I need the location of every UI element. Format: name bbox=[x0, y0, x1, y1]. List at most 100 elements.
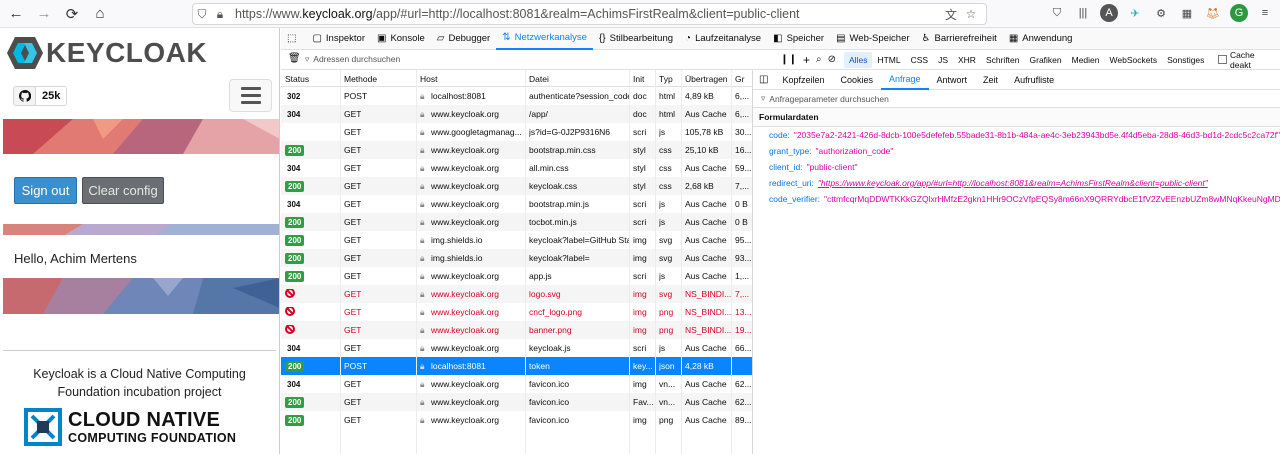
param-value: "authorization_code" bbox=[815, 146, 894, 156]
row-status: 304 bbox=[285, 343, 302, 354]
row-size: 6,... bbox=[735, 109, 750, 119]
hamburger-menu-button[interactable] bbox=[229, 79, 272, 112]
extension-gear-icon[interactable]: ⚙ bbox=[1152, 4, 1170, 22]
form-param-row[interactable]: grant_type: "authorization_code" bbox=[753, 143, 1280, 159]
tab-laufzeitanalyse[interactable]: ◔ Laufzeitanalyse bbox=[679, 28, 767, 50]
detail-tab-zeit[interactable]: Zeit bbox=[975, 70, 1006, 90]
extension-grid-icon[interactable]: ▦ bbox=[1178, 4, 1196, 22]
extension-green-icon[interactable]: G bbox=[1230, 4, 1248, 22]
row-type: js bbox=[659, 343, 666, 353]
tab-konsole[interactable]: ▣ Konsole bbox=[371, 28, 431, 50]
block-icon[interactable]: ⊘ bbox=[828, 54, 836, 65]
url-filter-input[interactable]: ▿ Adressen durchsuchen bbox=[305, 54, 750, 65]
search-icon[interactable]: ⌕ bbox=[816, 54, 822, 65]
filter-type-schriften[interactable]: Schriften bbox=[981, 52, 1025, 68]
tab-anwendung[interactable]: ▦ Anwendung bbox=[1003, 28, 1079, 50]
detail-tab-aufrufliste[interactable]: Aufrufliste bbox=[1006, 70, 1062, 90]
panel-toggle-icon[interactable]: ◫ bbox=[753, 74, 774, 85]
col-groesse[interactable]: Gr bbox=[735, 74, 744, 84]
col-host[interactable]: Host bbox=[420, 74, 437, 84]
filter-type-grafiken[interactable]: Grafiken bbox=[1025, 52, 1067, 68]
tab-debugger[interactable]: ▱ Debugger bbox=[431, 28, 496, 50]
form-param-row[interactable]: client_id: "public-client" bbox=[753, 159, 1280, 175]
filter-type-sonstiges[interactable]: Sonstiges bbox=[1162, 52, 1209, 68]
status-badge: 200 bbox=[285, 361, 305, 372]
home-icon[interactable]: ⌂ bbox=[88, 2, 112, 26]
pocket-icon[interactable]: ⛉ bbox=[1048, 4, 1066, 22]
filter-type-alles[interactable]: Alles bbox=[844, 51, 873, 68]
row-init: scri bbox=[633, 343, 647, 353]
lock-icon: 🔒︎ bbox=[420, 289, 425, 299]
row-method: GET bbox=[344, 415, 362, 425]
tab-stilbearbeitung[interactable]: {} Stilbearbeitung bbox=[593, 28, 679, 50]
col-init[interactable]: Init bbox=[633, 74, 644, 84]
col-status[interactable]: Status bbox=[285, 74, 309, 84]
tab-netzwerkanalyse[interactable]: ⇅ Netzwerkanalyse bbox=[496, 28, 593, 50]
form-param-row[interactable]: code_verifier: "cttmfcqrMqDDWTKKkGZQlxrHM… bbox=[753, 191, 1280, 207]
footer-divider bbox=[3, 350, 276, 351]
row-type: png bbox=[659, 307, 674, 317]
shield-icon[interactable]: ⛉ bbox=[193, 7, 211, 22]
forward-arrow-icon[interactable]: → bbox=[32, 2, 56, 26]
clear-config-button[interactable]: Clear config bbox=[82, 177, 164, 204]
detail-tab-antwort[interactable]: Antwort bbox=[929, 70, 976, 90]
reload-icon[interactable]: ⟳ bbox=[60, 2, 84, 26]
pick-element-icon[interactable]: ⬚ bbox=[281, 28, 306, 50]
col-methode[interactable]: Methode bbox=[344, 74, 377, 84]
trash-icon[interactable]: 🗑︎ bbox=[288, 53, 301, 64]
tab-barrierefreiheit[interactable]: ♿︎ Barrierefreiheit bbox=[916, 28, 1003, 50]
detail-tab-cookies[interactable]: Cookies bbox=[832, 70, 881, 90]
status-badge: 200 bbox=[285, 415, 305, 426]
library-icon[interactable]: ||| bbox=[1074, 4, 1092, 22]
translate-icon[interactable]: 文 bbox=[942, 6, 960, 23]
param-value[interactable]: "https://www.keycloak.org/app/#url=http:… bbox=[818, 178, 1208, 188]
filter-type-js[interactable]: JS bbox=[933, 52, 953, 68]
menu-icon[interactable]: ≡ bbox=[1256, 4, 1274, 22]
tab-label: Web-Speicher bbox=[849, 33, 910, 44]
tab-web-speicher[interactable]: ▤ Web-Speicher bbox=[830, 28, 915, 50]
lock-icon: 🔒︎ bbox=[420, 253, 425, 263]
url-text[interactable]: https://www.keycloak.org/app/#url=http:/… bbox=[235, 7, 800, 21]
row-size: 6,... bbox=[735, 91, 750, 101]
tab-inspektor[interactable]: ▢ Inspektor bbox=[306, 28, 371, 50]
row-size: 95... bbox=[735, 235, 752, 245]
form-param-row[interactable]: code: "2035e7a2-2421-426d-8dcb-100e5defef… bbox=[753, 127, 1280, 143]
github-stars-badge[interactable]: 25k bbox=[13, 86, 68, 106]
pause-icon[interactable]: ❙❙ bbox=[780, 54, 797, 65]
disable-cache-checkbox[interactable]: Cache deakt bbox=[1213, 50, 1280, 70]
plus-icon[interactable]: + bbox=[803, 53, 810, 67]
footer-text: Keycloak is a Cloud Native Computing Fou… bbox=[33, 367, 246, 399]
col-uebertragen[interactable]: Übertragen bbox=[685, 74, 728, 84]
sign-out-button[interactable]: Sign out bbox=[14, 177, 77, 204]
blocked-icon bbox=[285, 307, 295, 316]
keycloak-logo-mark-icon bbox=[6, 36, 44, 70]
filter-type-xhr[interactable]: XHR bbox=[953, 52, 981, 68]
filter-type-css[interactable]: CSS bbox=[906, 52, 933, 68]
row-method: GET bbox=[344, 145, 362, 155]
row-size: 1,... bbox=[735, 271, 750, 281]
param-filter-input[interactable]: ▿ Anfrageparameter durchsuchen bbox=[753, 90, 1280, 108]
url-bar[interactable]: ⛉ 🔒︎ https://www.keycloak.org/app/#url=h… bbox=[192, 3, 987, 25]
extension-bird-icon[interactable]: ✈ bbox=[1126, 4, 1144, 22]
filter-type-medien[interactable]: Medien bbox=[1067, 52, 1105, 68]
row-file: token bbox=[529, 361, 550, 371]
tab-label: Netzwerkanalyse bbox=[514, 32, 587, 43]
bookmark-star-icon[interactable]: ☆ bbox=[962, 7, 980, 21]
metamask-fox-icon[interactable]: 🦊︎ bbox=[1204, 4, 1222, 22]
tab-speicher[interactable]: ◧ Speicher bbox=[767, 28, 830, 50]
col-datei[interactable]: Datei bbox=[529, 74, 549, 84]
column-separator bbox=[416, 70, 417, 454]
filter-type-websockets[interactable]: WebSockets bbox=[1105, 52, 1163, 68]
lock-icon[interactable]: 🔒︎ bbox=[211, 7, 229, 22]
account-icon[interactable]: A bbox=[1100, 4, 1118, 22]
row-transferred: Aus Cache bbox=[685, 271, 727, 281]
detail-tab-anfrage[interactable]: Anfrage bbox=[881, 70, 929, 90]
detail-tab-kopfzeilen[interactable]: Kopfzeilen bbox=[774, 70, 832, 90]
form-data-section-title[interactable]: Formulardaten bbox=[753, 108, 1280, 127]
row-status: 200 bbox=[285, 145, 305, 156]
form-param-row[interactable]: redirect_uri: "https://www.keycloak.org/a… bbox=[753, 175, 1280, 191]
col-typ[interactable]: Typ bbox=[659, 74, 673, 84]
back-arrow-icon[interactable]: ← bbox=[4, 2, 28, 26]
filter-type-html[interactable]: HTML bbox=[872, 52, 905, 68]
column-separator bbox=[525, 70, 526, 454]
